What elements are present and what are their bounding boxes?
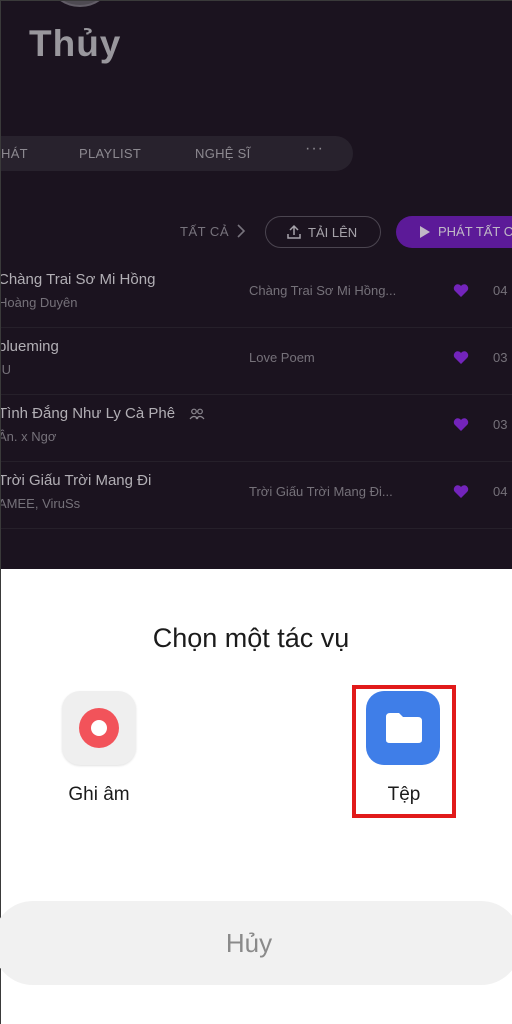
play-all-button[interactable]: PHÁT TẤT C [396,216,512,248]
library-tabs: HÁT PLAYLIST NGHỆ SĨ ··· [1,136,353,171]
song-duration: 03 [493,350,508,365]
song-artist: AMEE, ViruSs [1,496,81,511]
music-library-background: Thủy HÁT PLAYLIST NGHỆ SĨ ··· TẤT CẢ TẢI… [1,1,512,569]
play-icon [420,226,430,238]
song-title: blueming [1,338,59,355]
recorder-label: Ghi âm [68,784,130,805]
upload-icon [287,224,301,239]
song-title: Trời Giấu Trời Mang Đi [1,472,152,489]
upload-button[interactable]: TẢI LÊN [265,216,381,248]
album-name: Love Poem [249,350,315,365]
profile-name: Thủy [29,23,122,64]
tab-more-button[interactable]: ··· [305,140,324,158]
song-title: Chàng Trai Sơ Mi Hồng [1,271,156,288]
recorder-option[interactable]: Ghi âm [44,691,154,811]
filter-all-label[interactable]: TẤT CẢ [180,224,229,239]
song-row[interactable]: blueming IU Love Poem 03 [1,328,512,395]
tab-playlist[interactable]: PLAYLIST [79,146,141,161]
song-artist: Hoàng Duyên [1,295,78,310]
play-all-label: PHÁT TẤT C [438,224,512,239]
collaborators-icon [189,408,205,420]
song-row[interactable]: Tình Đắng Như Ly Cà Phê Ân. x Ngơ 03 [1,395,512,462]
highlight-box [352,685,456,818]
recorder-icon[interactable] [62,691,136,765]
avatar[interactable] [45,1,115,7]
heart-icon[interactable] [453,283,469,298]
heart-icon[interactable] [453,417,469,432]
song-duration: 04 [493,484,508,499]
heart-icon[interactable] [453,350,469,365]
upload-label: TẢI LÊN [308,225,358,240]
song-row[interactable]: Chàng Trai Sơ Mi Hồng Hoàng Duyên Chàng … [1,261,512,328]
record-dot-icon [79,708,119,748]
song-title: Tình Đắng Như Ly Cà Phê [1,405,176,422]
cancel-button[interactable]: Hủy [0,901,512,985]
cancel-label: Hủy [225,928,273,958]
album-name: Trời Giấu Trời Mang Đi... [249,484,393,499]
song-duration: 04 [493,283,508,298]
song-row[interactable]: Trời Giấu Trời Mang Đi AMEE, ViruSs Trời… [1,462,512,529]
sheet-title: Chọn một tác vụ [152,623,350,653]
song-artist: Ân. x Ngơ [1,429,57,444]
tab-artists[interactable]: NGHỆ SĨ [195,146,251,161]
song-artist: IU [1,362,11,377]
heart-icon[interactable] [453,484,469,499]
chevron-right-icon[interactable] [235,223,247,239]
tab-songs[interactable]: HÁT [1,146,28,161]
song-duration: 03 [493,417,508,432]
album-name: Chàng Trai Sơ Mi Hồng... [249,283,397,298]
